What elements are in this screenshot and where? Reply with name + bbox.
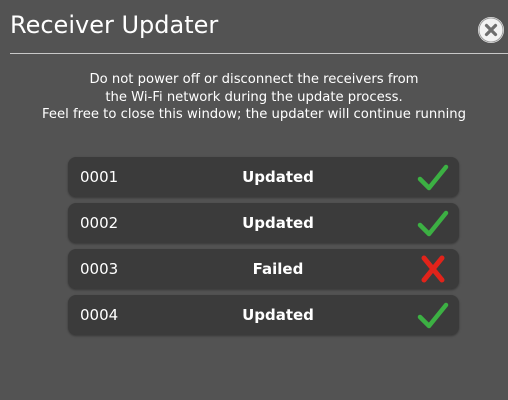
window-title: Receiver Updater <box>10 11 219 39</box>
message-line: the Wi-Fi network during the update proc… <box>105 89 403 105</box>
message-line: Feel free to close this window; the upda… <box>42 107 466 122</box>
receiver-status: Updated <box>242 214 314 232</box>
close-button[interactable] <box>478 17 504 43</box>
receiver-id: 0004 <box>80 306 119 324</box>
receiver-row: 0001 Updated <box>68 157 459 197</box>
receiver-row: 0002 Updated <box>68 203 459 243</box>
x-mark-icon <box>417 254 449 284</box>
checkmark-icon <box>417 208 449 238</box>
receiver-id: 0001 <box>80 168 119 186</box>
receiver-row: 0004 Updated <box>68 295 459 335</box>
receiver-status: Updated <box>242 168 314 186</box>
close-circle-icon <box>478 17 504 43</box>
title-divider <box>10 53 508 54</box>
checkmark-icon <box>417 162 449 192</box>
receiver-status: Updated <box>242 306 314 324</box>
receiver-list: 0001 Updated 0002 Updated 0003 Failed 00… <box>68 157 459 341</box>
message-line: Do not power off or disconnect the recei… <box>89 72 419 87</box>
receiver-id: 0002 <box>80 214 119 232</box>
receiver-status: Failed <box>252 260 304 278</box>
receiver-updater-window: Receiver Updater Do not power off or dis… <box>0 0 508 400</box>
update-warning-message: Do not power off or disconnect the recei… <box>0 71 508 124</box>
receiver-id: 0003 <box>80 260 119 278</box>
checkmark-icon <box>417 300 449 330</box>
receiver-row: 0003 Failed <box>68 249 459 289</box>
